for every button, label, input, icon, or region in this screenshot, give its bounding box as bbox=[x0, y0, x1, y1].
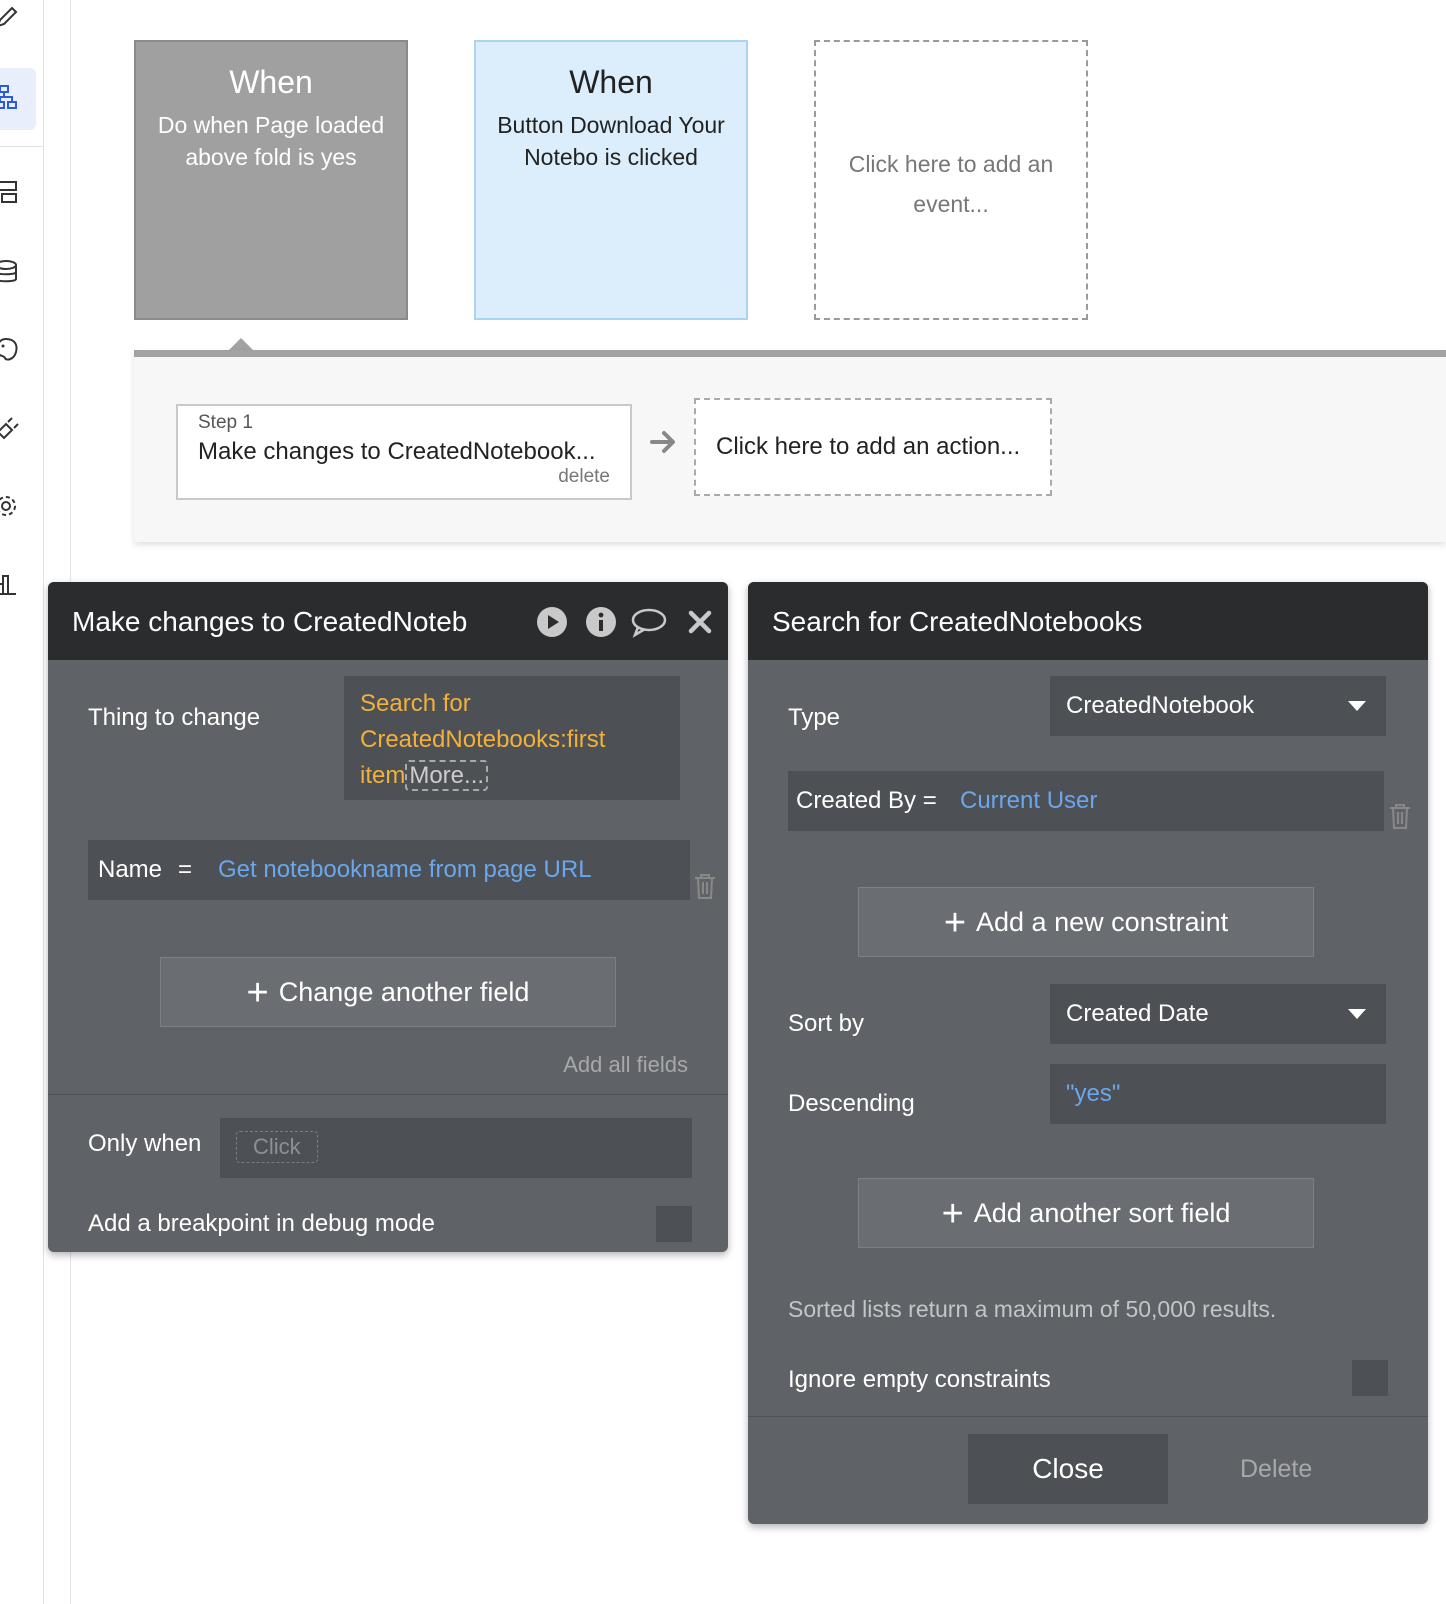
panel-divider bbox=[48, 1094, 728, 1095]
workflow-step-1[interactable]: Step 1 Make changes to CreatedNotebook..… bbox=[176, 404, 632, 500]
add-all-fields-link[interactable]: Add all fields bbox=[563, 1052, 688, 1078]
only-when-label: Only when bbox=[88, 1130, 202, 1157]
plugin-icon[interactable] bbox=[0, 414, 22, 442]
sort-by-label: Sort by bbox=[788, 1010, 865, 1037]
panel-divider bbox=[748, 1416, 1428, 1417]
palette-icon[interactable] bbox=[0, 336, 22, 364]
sort-by-value: Created Date bbox=[1066, 1000, 1209, 1027]
gear-icon[interactable] bbox=[0, 492, 22, 520]
type-value: CreatedNotebook bbox=[1066, 692, 1255, 719]
add-sort-field-label: Add another sort field bbox=[973, 1198, 1231, 1228]
breakpoint-checkbox[interactable] bbox=[656, 1206, 692, 1242]
sidebar-separator bbox=[0, 146, 44, 147]
expression-line-1: Search for bbox=[360, 690, 471, 717]
plus-icon: + bbox=[943, 902, 967, 944]
ignore-empty-label: Ignore empty constraints bbox=[788, 1366, 1051, 1393]
panel-header: Make changes to CreatedNoteb bbox=[48, 582, 728, 660]
change-another-field-label: Change another field bbox=[278, 977, 530, 1007]
event-title: When bbox=[229, 64, 313, 100]
info-icon[interactable] bbox=[585, 606, 617, 638]
close-button[interactable]: Close bbox=[968, 1434, 1168, 1504]
chevron-down-icon bbox=[1348, 701, 1366, 711]
panel-title: Make changes to CreatedNoteb bbox=[72, 606, 468, 637]
step-label: Step 1 bbox=[198, 412, 253, 433]
arrow-right-icon bbox=[650, 431, 675, 453]
descending-value: "yes" bbox=[1066, 1080, 1121, 1107]
make-changes-panel: Make changes to CreatedNoteb Thing to ch… bbox=[48, 582, 728, 1252]
left-sidebar bbox=[0, 0, 44, 1604]
expression-line-2: CreatedNotebooks:first bbox=[360, 726, 606, 753]
constraint-row[interactable]: Created By = Current User bbox=[788, 771, 1384, 831]
add-constraint-label: Add a new constraint bbox=[976, 907, 1229, 937]
constraint-label: Created By = bbox=[796, 787, 937, 814]
event-subtitle: Do when Page loaded above fold is yes bbox=[157, 112, 385, 170]
field-equals: = bbox=[178, 856, 193, 883]
thing-to-change-expression[interactable]: Search for CreatedNotebooks:first item Mo… bbox=[344, 676, 680, 800]
database-icon[interactable] bbox=[0, 258, 22, 286]
plus-icon: + bbox=[246, 972, 269, 1014]
comment-icon[interactable] bbox=[630, 606, 668, 638]
step-action-text: Make changes to CreatedNotebook... bbox=[198, 438, 596, 465]
panel-title: Search for CreatedNotebooks bbox=[772, 606, 1143, 637]
field-name-row[interactable]: Name = Get notebookname from page URL bbox=[88, 840, 690, 900]
logs-icon[interactable] bbox=[0, 570, 22, 598]
event-card-button-clicked[interactable]: When Button Download Your Notebo is clic… bbox=[474, 40, 748, 320]
more-link[interactable]: More... bbox=[405, 760, 489, 791]
event-title: When bbox=[569, 64, 653, 100]
add-event-placeholder[interactable]: Click here to add an event... bbox=[814, 40, 1088, 320]
descending-label: Descending bbox=[788, 1090, 915, 1117]
plus-icon: + bbox=[941, 1193, 964, 1235]
descending-input[interactable]: "yes" bbox=[1050, 1064, 1386, 1124]
breakpoint-label: Add a breakpoint in debug mode bbox=[88, 1210, 435, 1237]
delete-button[interactable]: Delete bbox=[1240, 1434, 1390, 1504]
chevron-down-icon bbox=[1348, 1009, 1366, 1019]
step-delete-link[interactable]: delete bbox=[558, 466, 610, 488]
styles-icon[interactable] bbox=[0, 178, 22, 206]
add-sort-field-button[interactable]: + Add another sort field bbox=[858, 1178, 1314, 1248]
event-card-page-loaded[interactable]: When Do when Page loaded above fold is y… bbox=[134, 40, 408, 320]
change-another-field-button[interactable]: + Change another field bbox=[160, 957, 616, 1027]
add-event-text: Click here to add an event... bbox=[848, 151, 1054, 217]
expression-line-3: item bbox=[360, 762, 406, 789]
ignore-empty-checkbox[interactable] bbox=[1352, 1360, 1388, 1396]
sort-limit-note: Sorted lists return a maximum of 50,000 … bbox=[788, 1296, 1277, 1322]
add-constraint-button[interactable]: + Add a new constraint bbox=[858, 887, 1314, 957]
pencil-icon[interactable] bbox=[0, 4, 22, 32]
workflow-icon[interactable] bbox=[0, 84, 22, 112]
panel-header: Search for CreatedNotebooks bbox=[748, 582, 1428, 660]
close-icon[interactable] bbox=[684, 606, 716, 638]
thing-to-change-label: Thing to change bbox=[88, 704, 261, 731]
trash-icon[interactable] bbox=[1388, 802, 1412, 830]
field-name-value[interactable]: Get notebookname from page URL bbox=[218, 840, 592, 900]
field-name-label: Name bbox=[98, 856, 163, 883]
type-label: Type bbox=[788, 704, 841, 731]
only-when-input[interactable]: Click bbox=[220, 1118, 692, 1178]
trash-icon[interactable] bbox=[693, 872, 717, 900]
event-subtitle: Button Download Your Notebo is clicked bbox=[497, 112, 725, 170]
type-dropdown[interactable]: CreatedNotebook bbox=[1050, 676, 1386, 736]
add-action-placeholder[interactable]: Click here to add an action... bbox=[694, 398, 1052, 496]
constraint-value[interactable]: Current User bbox=[960, 771, 1097, 831]
play-icon[interactable] bbox=[536, 606, 568, 638]
only-when-placeholder: Click bbox=[236, 1131, 318, 1163]
search-panel: Search for CreatedNotebooks Type Created… bbox=[748, 582, 1428, 1524]
sort-by-dropdown[interactable]: Created Date bbox=[1050, 984, 1386, 1044]
